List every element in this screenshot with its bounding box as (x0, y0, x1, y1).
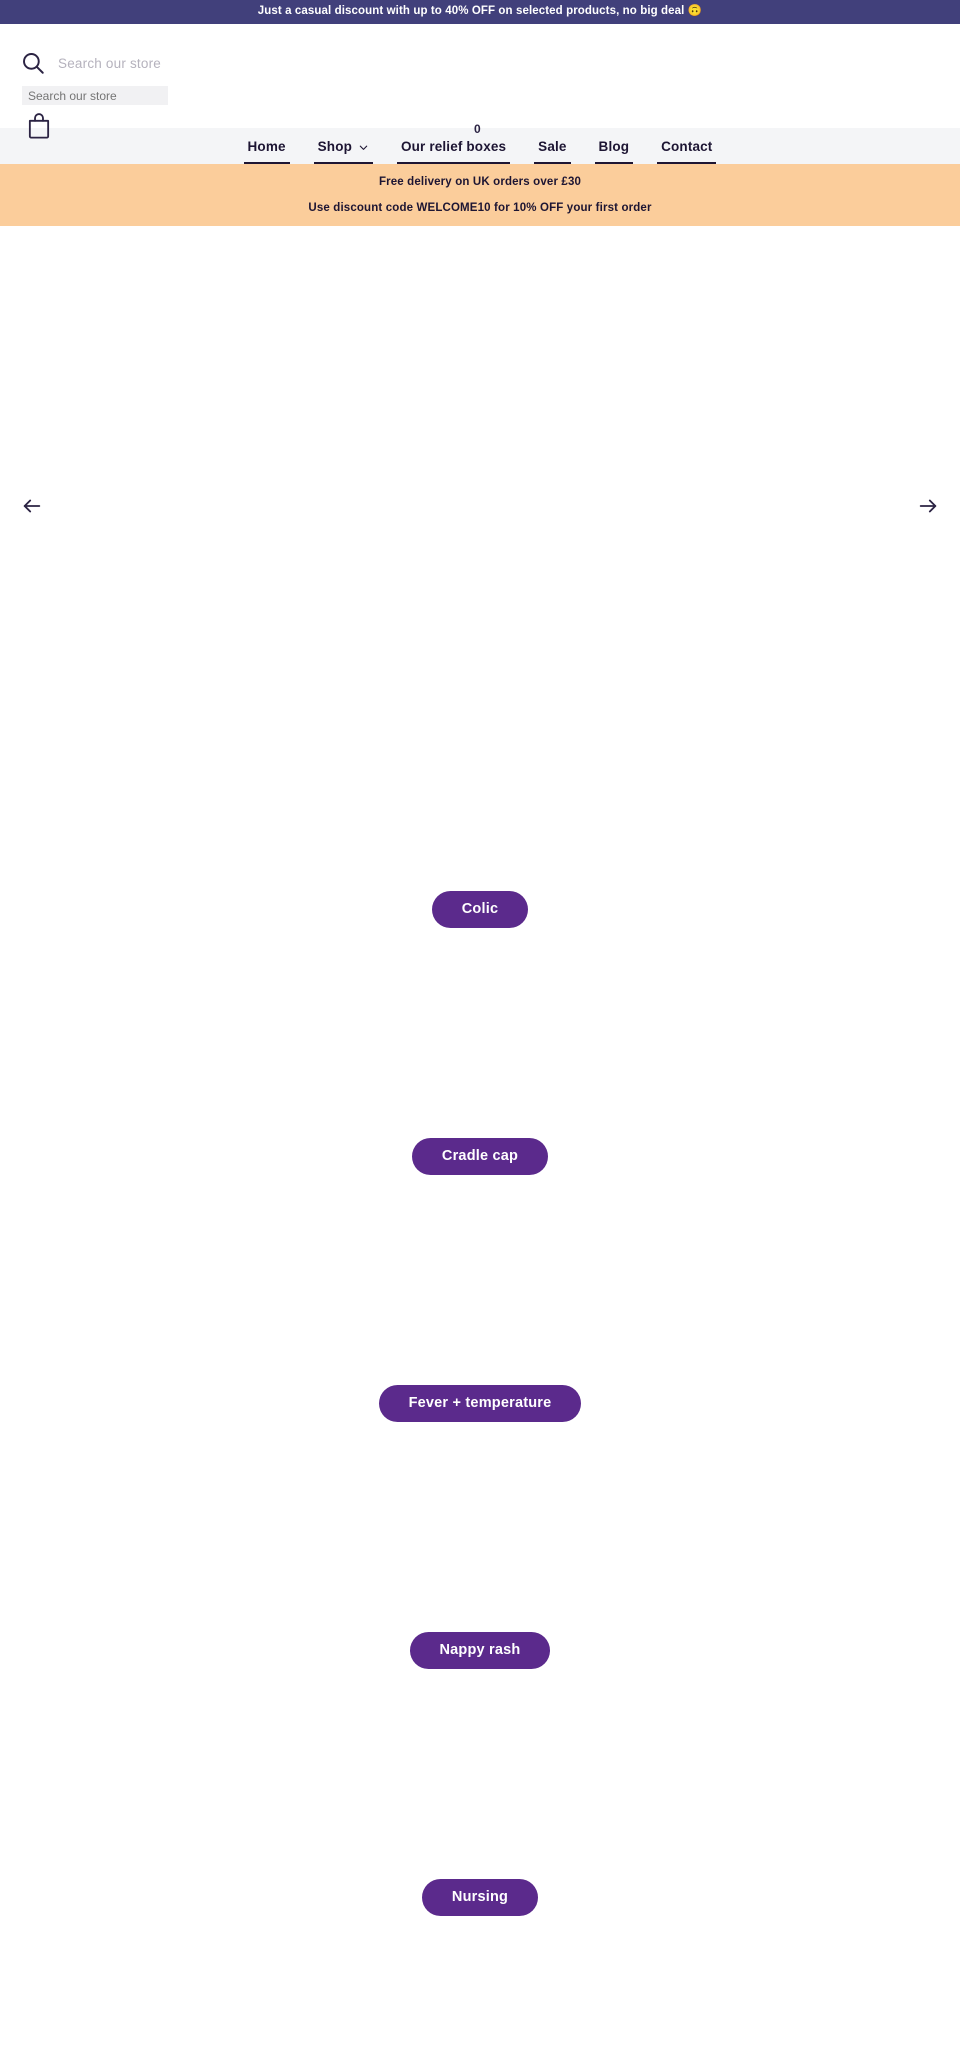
category-item-nursing: Nursing (0, 1774, 960, 2021)
nav-label-our-relief-boxes: Our relief boxes (400, 138, 507, 154)
announcement-bar: Just a casual discount with up to 40% OF… (0, 0, 960, 24)
promo-banner: Free delivery on UK orders over £30 Use … (0, 164, 960, 226)
arrow-left-icon (21, 495, 43, 517)
nav-label-sale: Sale (538, 138, 567, 154)
category-label-nappy-rash: Nappy rash (439, 1642, 521, 1659)
category-collection-list: Colic Cradle cap Fever + temperature Nap… (0, 786, 960, 2061)
arrow-right-icon (917, 495, 939, 517)
search-placeholder-label: Search our store (58, 55, 161, 71)
nav-label-shop: Shop (317, 138, 352, 154)
nav-item-blog[interactable]: Blog (583, 128, 646, 164)
category-label-cradle-cap: Cradle cap (441, 1148, 519, 1165)
announcement-text: Just a casual discount with up to 40% OF… (257, 5, 703, 18)
shopping-bag-icon[interactable] (26, 112, 52, 140)
category-label-nursing: Nursing (451, 1889, 509, 1906)
category-pill-fever-temperature[interactable]: Fever + temperature (378, 1385, 582, 1422)
cart-button[interactable] (26, 112, 52, 140)
search-icon[interactable] (20, 50, 46, 76)
nav-label-blog: Blog (598, 138, 630, 154)
search-input[interactable] (22, 86, 168, 105)
site-header: Search our store 0 (0, 24, 960, 139)
category-label-fever-temperature: Fever + temperature (408, 1395, 552, 1412)
category-item-colic: Colic (0, 786, 960, 1033)
nav-item-shop[interactable]: Shop (302, 128, 385, 164)
hero-carousel (0, 226, 960, 786)
category-pill-nappy-rash[interactable]: Nappy rash (409, 1632, 551, 1669)
nav-item-home[interactable]: Home (232, 128, 302, 164)
nav-item-contact[interactable]: Contact (645, 128, 728, 164)
category-pill-colic[interactable]: Colic (431, 891, 529, 928)
category-label-colic: Colic (461, 901, 499, 918)
nav-item-our-relief-boxes[interactable]: Our relief boxes (385, 128, 522, 164)
promo-discount-code-text: Use discount code WELCOME10 for 10% OFF … (308, 202, 652, 214)
carousel-next-button[interactable] (910, 488, 946, 524)
category-item-fever-temperature: Fever + temperature (0, 1280, 960, 1527)
category-pill-nursing[interactable]: Nursing (421, 1879, 539, 1916)
category-pill-cradle-cap[interactable]: Cradle cap (411, 1138, 549, 1175)
category-item-nappy-rash: Nappy rash (0, 1527, 960, 1774)
nav-item-sale[interactable]: Sale (522, 128, 582, 164)
main-navigation: Home Shop Our relief boxes Sale Blog Con… (0, 128, 960, 164)
nav-label-contact: Contact (661, 138, 713, 154)
nav-label-home: Home (247, 138, 286, 154)
chevron-down-icon[interactable] (358, 141, 369, 152)
promo-free-delivery-text: Free delivery on UK orders over £30 (378, 176, 582, 188)
category-item-cradle-cap: Cradle cap (0, 1033, 960, 1280)
search-row[interactable]: Search our store (20, 50, 161, 76)
carousel-prev-button[interactable] (14, 488, 50, 524)
